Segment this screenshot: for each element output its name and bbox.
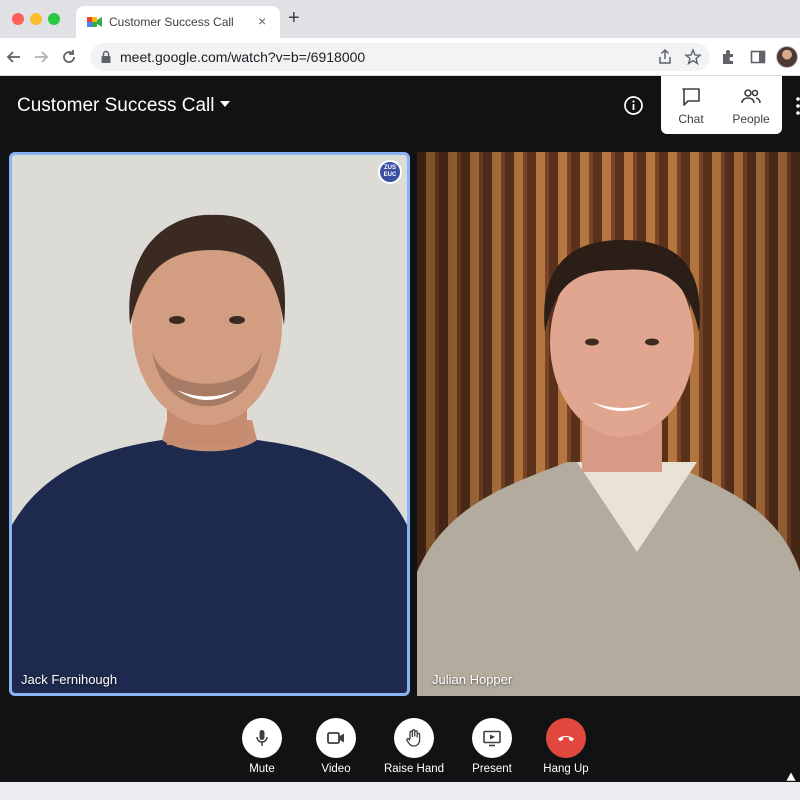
raise-hand-button[interactable]: Raise Hand (379, 718, 449, 778)
microphone-icon (256, 730, 268, 746)
participant-name: Julian Hopper (432, 672, 513, 687)
new-tab-button[interactable]: + (288, 7, 300, 30)
address-bar[interactable]: meet.google.com/watch?v=b=/6918000 (90, 43, 710, 71)
chat-bubble-icon (682, 88, 700, 106)
share-icon[interactable] (656, 48, 674, 66)
participant-badge: ZUS EUC (378, 160, 402, 184)
video-button[interactable]: Video (301, 718, 371, 778)
extensions-puzzle-icon[interactable] (720, 48, 738, 66)
participant-tile-active-speaker[interactable]: ZUS EUC Jack Fernihough (9, 152, 410, 696)
participant-tile[interactable]: Julian Hopper (417, 152, 800, 696)
tab-title: Customer Success Call (109, 15, 234, 29)
close-window-button[interactable] (12, 13, 24, 25)
participant-name: Jack Fernihough (21, 672, 118, 687)
video-label: Video (321, 763, 351, 775)
info-icon[interactable] (623, 95, 644, 116)
mute-button[interactable]: Mute (227, 718, 297, 778)
browser-tab[interactable]: Customer Success Call × (76, 6, 280, 38)
meet-favicon-icon (87, 17, 102, 27)
participant-video-image (12, 214, 407, 693)
tab-close-button[interactable]: × (258, 13, 266, 29)
more-options-icon[interactable] (792, 96, 800, 116)
meeting-title[interactable]: Customer Success Call (17, 95, 214, 117)
page-footer-strip (0, 782, 800, 800)
side-panel-icon[interactable] (749, 48, 767, 66)
present-screen-icon (483, 730, 501, 747)
hang-up-phone-icon (558, 736, 574, 742)
maximize-window-button[interactable] (48, 13, 60, 25)
reload-icon[interactable] (59, 47, 79, 67)
caret-down-icon[interactable] (219, 98, 231, 110)
url-text[interactable]: meet.google.com/watch?v=b=/6918000 (120, 49, 365, 65)
bookmark-star-icon[interactable] (684, 48, 702, 66)
browser-window: Customer Success Call × + meet.google.co… (0, 0, 800, 800)
hang-up-button[interactable]: Hang Up (531, 718, 601, 778)
browser-toolbar: meet.google.com/watch?v=b=/6918000 (0, 38, 800, 76)
present-button[interactable]: Present (457, 718, 527, 778)
chat-label: Chat (678, 112, 704, 126)
side-panel-buttons: Chat People (661, 76, 782, 134)
profile-avatar[interactable] (776, 46, 798, 68)
hang-up-label: Hang Up (543, 763, 589, 775)
lock-icon (101, 50, 111, 63)
minimize-window-button[interactable] (30, 13, 42, 25)
mouse-cursor-icon (786, 772, 796, 782)
raise-hand-label: Raise Hand (383, 763, 445, 775)
back-arrow-icon[interactable] (4, 47, 24, 67)
people-icon (741, 89, 761, 104)
people-label: People (732, 112, 770, 126)
video-camera-icon (327, 732, 344, 744)
tab-bar: Customer Success Call × + (0, 0, 800, 38)
meet-page: Customer Success Call Chat People ZUS EU… (0, 76, 800, 782)
raise-hand-icon (406, 729, 421, 747)
people-button[interactable]: People (721, 76, 781, 134)
participant-video-image (417, 240, 800, 696)
chat-button[interactable]: Chat (661, 76, 721, 134)
forward-arrow-icon[interactable] (31, 47, 51, 67)
